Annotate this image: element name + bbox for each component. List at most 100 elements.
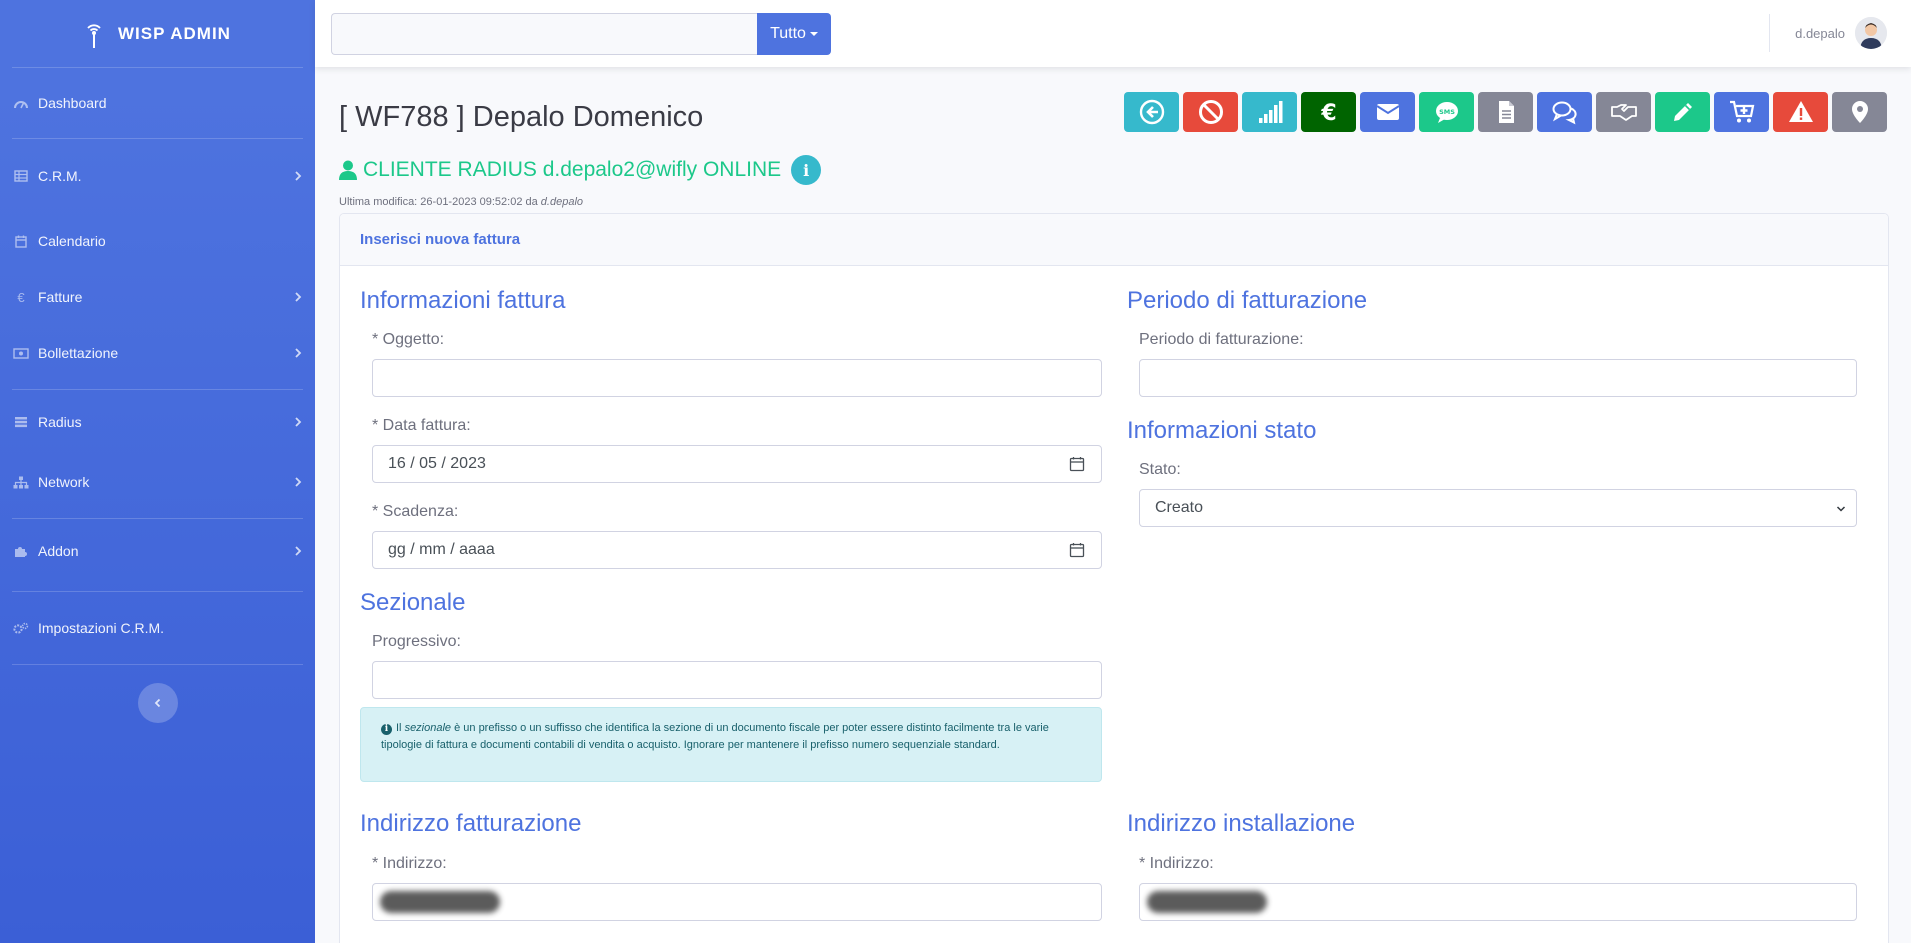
brand[interactable]: WISP ADMIN xyxy=(0,0,315,67)
location-button[interactable] xyxy=(1832,92,1887,132)
action-toolbar: € SMS xyxy=(1124,92,1887,132)
sidebar-item-label: Addon xyxy=(38,543,79,559)
cart-plus-icon xyxy=(1729,100,1754,123)
warning-button[interactable] xyxy=(1773,92,1828,132)
oggetto-input[interactable] xyxy=(372,359,1102,397)
last-modified-user: d.depalo xyxy=(540,196,584,208)
chevron-right-icon xyxy=(295,171,302,181)
calendar-icon xyxy=(12,234,30,248)
chevron-right-icon xyxy=(295,292,302,302)
search-input[interactable] xyxy=(331,12,757,55)
section-title-informazioni-fattura: Informazioni fattura xyxy=(360,287,566,314)
data-fattura-value: 16 / 05 / 2023 xyxy=(388,455,486,472)
arrow-left-circle-icon xyxy=(1139,99,1164,125)
info-icon[interactable]: i xyxy=(791,155,822,185)
svg-text:€: € xyxy=(1320,101,1336,125)
sezionale-help-alert: i Il sezionale è un prefisso o un suffiss… xyxy=(360,707,1102,782)
sidebar-item-crm[interactable]: C.R.M. xyxy=(0,139,315,213)
map-marker-icon xyxy=(1851,101,1868,123)
topbar: Tutto d.depalo xyxy=(315,0,1911,67)
chevron-right-icon xyxy=(295,546,302,556)
chevron-right-icon xyxy=(295,417,302,427)
pencil-icon xyxy=(1673,103,1692,121)
client-status-text: CLIENTE RADIUS d.depalo2@wifly ONLINE xyxy=(363,158,782,181)
sidebar-item-label: Network xyxy=(38,474,90,490)
progressivo-label: Progressivo: xyxy=(372,633,461,650)
sidebar-item-addon[interactable]: Addon xyxy=(0,519,315,583)
scadenza-input[interactable]: gg / mm / aaaa xyxy=(372,531,1102,569)
help-text-pre: Il xyxy=(396,722,405,734)
sitemap-icon xyxy=(12,475,30,489)
database-icon xyxy=(12,415,30,429)
sidebar-item-radius[interactable]: Radius xyxy=(0,390,315,454)
sidebar-item-network[interactable]: Network xyxy=(0,454,315,510)
scadenza-placeholder: gg / mm / aaaa xyxy=(388,541,495,558)
sidebar-toggle-button[interactable] xyxy=(137,683,178,723)
help-text-em: sezionale xyxy=(404,722,452,734)
data-fattura-label: * Data fattura: xyxy=(372,417,471,434)
sidebar-item-label: Radius xyxy=(38,414,82,430)
handshake-button[interactable] xyxy=(1596,92,1651,132)
section-title-sezionale: Sezionale xyxy=(360,589,466,616)
back-button[interactable] xyxy=(1124,92,1179,132)
cart-button[interactable] xyxy=(1714,92,1769,132)
signal-icon xyxy=(1258,101,1282,123)
indirizzo-fatturazione-input[interactable] xyxy=(372,883,1102,921)
block-button[interactable] xyxy=(1183,92,1238,132)
calendar-icon[interactable] xyxy=(1069,456,1085,472)
caret-down-icon xyxy=(809,31,818,36)
chevron-left-icon xyxy=(154,698,160,708)
handshake-icon xyxy=(1610,104,1637,121)
stato-select[interactable]: Creato xyxy=(1139,489,1857,527)
envelope-icon xyxy=(1375,104,1400,120)
sidebar-item-label: Bollettazione xyxy=(38,345,119,361)
client-status: CLIENTE RADIUS d.depalo2@wifly ONLINE i xyxy=(339,155,822,185)
oggetto-label: * Oggetto: xyxy=(372,331,445,348)
euro-button[interactable]: € xyxy=(1301,92,1356,132)
chevron-right-icon xyxy=(295,477,302,487)
user-menu[interactable]: d.depalo xyxy=(1795,17,1887,49)
page-title: [ WF788 ] Depalo Domenico xyxy=(339,101,704,133)
sidebar-item-impostazioni-crm[interactable]: Impostazioni C.R.M. xyxy=(0,592,315,664)
invoice-form-card: Inserisci nuova fattura Informazioni fat… xyxy=(339,213,1889,943)
euro-icon: € xyxy=(1320,101,1336,125)
sidebar-item-calendario[interactable]: Calendario xyxy=(0,213,315,269)
comments-icon xyxy=(1552,101,1577,125)
sidebar-item-fatture[interactable]: € Fatture xyxy=(0,269,315,325)
data-fattura-input[interactable]: 16 / 05 / 2023 xyxy=(372,445,1102,483)
periodo-label: Periodo di fatturazione: xyxy=(1139,331,1304,348)
indirizzo-fatturazione-label: * Indirizzo: xyxy=(372,855,447,872)
sidebar: WISP ADMIN Dashboard C.R.M. Calendario €… xyxy=(0,0,315,943)
periodo-input[interactable] xyxy=(1139,359,1857,397)
dashboard-icon xyxy=(12,96,30,110)
brand-name: WISP ADMIN xyxy=(118,23,231,43)
topbar-divider xyxy=(1769,14,1770,52)
progressivo-input[interactable] xyxy=(372,661,1102,699)
email-button[interactable] xyxy=(1360,92,1415,132)
comments-button[interactable] xyxy=(1537,92,1592,132)
sms-icon: SMS xyxy=(1435,102,1458,123)
euro-icon: € xyxy=(17,289,25,305)
redacted-value xyxy=(1147,891,1267,913)
stato-label: Stato: xyxy=(1139,461,1181,478)
signal-button[interactable] xyxy=(1242,92,1297,132)
table-icon xyxy=(12,169,30,183)
calendar-icon[interactable] xyxy=(1069,542,1085,558)
edit-button[interactable] xyxy=(1655,92,1710,132)
sms-button[interactable]: SMS xyxy=(1419,92,1474,132)
sidebar-item-dashboard[interactable]: Dashboard xyxy=(0,68,315,138)
indirizzo-installazione-input[interactable] xyxy=(1139,883,1857,921)
redacted-value xyxy=(380,891,500,913)
warning-icon xyxy=(1788,101,1813,122)
search-scope-dropdown[interactable]: Tutto xyxy=(757,12,831,55)
stato-selected: Creato xyxy=(1155,499,1204,516)
username: d.depalo xyxy=(1795,25,1845,41)
cogs-icon xyxy=(12,621,30,635)
user-icon xyxy=(339,160,357,180)
money-bill-icon xyxy=(12,346,30,360)
card-header: Inserisci nuova fattura xyxy=(340,214,1888,266)
scadenza-label: * Scadenza: xyxy=(372,503,459,520)
sidebar-item-bollettazione[interactable]: Bollettazione xyxy=(0,325,315,381)
file-icon xyxy=(1498,101,1514,123)
document-button[interactable] xyxy=(1478,92,1533,132)
